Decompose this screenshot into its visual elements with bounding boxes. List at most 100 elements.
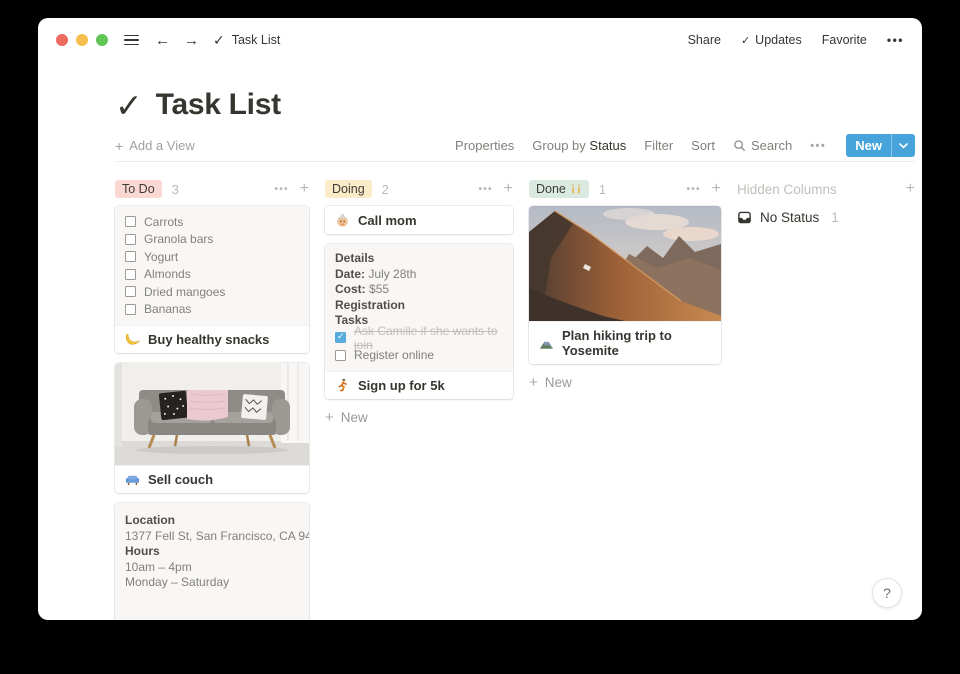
column-header-todo: To Do 3 ••• + [115, 178, 309, 200]
no-status-count: 1 [831, 210, 839, 225]
column-count: 1 [599, 182, 606, 197]
sidebar-menu-icon[interactable] [124, 35, 139, 46]
column-add-button[interactable]: + [906, 180, 915, 198]
couch-photo [115, 363, 309, 465]
column-count: 2 [382, 182, 389, 197]
new-button[interactable]: New [846, 134, 915, 157]
card-title[interactable]: Sell couch [115, 465, 309, 493]
help-button[interactable]: ? [872, 578, 902, 608]
add-card-button[interactable]: + New [529, 374, 721, 391]
view-controls-bar: + Add a View Properties Group by Status … [115, 130, 915, 162]
chevron-down-icon [899, 143, 908, 149]
view-more-button[interactable]: ••• [810, 140, 826, 152]
back-button[interactable]: ← [155, 32, 170, 49]
minimize-window-button[interactable] [76, 34, 88, 46]
toolbar: ← → ✓ Task List Share ✓ Updates Favorite… [38, 18, 922, 62]
search-button[interactable]: Search [733, 138, 792, 153]
column-more-button[interactable]: ••• [479, 184, 493, 195]
breadcrumb-title: Task List [232, 33, 281, 47]
todo-item[interactable]: Yogurt [125, 248, 299, 266]
checkbox-unchecked-icon[interactable] [125, 234, 136, 245]
checkbox-checked-icon[interactable] [335, 332, 346, 343]
column-more-button[interactable]: ••• [275, 184, 289, 195]
todo-item[interactable]: Granola bars [125, 231, 299, 249]
app-window: ← → ✓ Task List Share ✓ Updates Favorite… [38, 18, 922, 620]
status-badge-done[interactable]: Done [529, 180, 589, 198]
todo-item[interactable]: Carrots [125, 213, 299, 231]
breadcrumb[interactable]: ✓ Task List [213, 32, 280, 49]
traffic-lights [56, 34, 108, 46]
column-hidden: Hidden Columns + No Status 1 [737, 178, 915, 620]
new-dropdown-button[interactable] [891, 134, 915, 157]
group-by-value: Status [589, 138, 626, 153]
column-add-button[interactable]: + [712, 180, 721, 198]
status-badge-todo[interactable]: To Do [115, 180, 162, 198]
column-todo: To Do 3 ••• + Carrots Granola bars Yogur… [115, 178, 309, 620]
add-card-button[interactable]: + New [325, 409, 513, 426]
plus-icon: + [529, 374, 538, 391]
checkbox-unchecked-icon[interactable] [125, 216, 136, 227]
grandma-icon [335, 213, 350, 228]
favorite-button[interactable]: Favorite [822, 33, 867, 47]
column-done: Done 1 ••• + [529, 178, 721, 620]
checkbox-unchecked-icon[interactable] [125, 251, 136, 262]
properties-button[interactable]: Properties [455, 138, 514, 153]
column-header-done: Done 1 ••• + [529, 178, 721, 200]
mountain-icon [539, 336, 554, 351]
more-menu-button[interactable]: ••• [887, 33, 904, 47]
checkbox-unchecked-icon[interactable] [125, 269, 136, 280]
todo-item[interactable]: Bananas [125, 301, 299, 319]
forward-button[interactable]: → [184, 32, 199, 49]
card-title[interactable]: Plan hiking trip to Yosemite [529, 321, 721, 364]
add-view-button[interactable]: + Add a View [115, 138, 195, 154]
card-sign-up-5k[interactable]: Details Date: July 28th Cost: $55 Regist… [325, 244, 513, 399]
page-title-text[interactable]: Task List [156, 88, 281, 122]
runner-icon [335, 378, 350, 393]
page-content: ✓ Task List + Add a View Properties Grou… [38, 84, 922, 620]
column-more-button[interactable]: ••• [687, 184, 701, 195]
filter-button[interactable]: Filter [644, 138, 673, 153]
mountain-photo [529, 206, 721, 321]
page-title: ✓ Task List [115, 84, 915, 126]
card-sell-couch[interactable]: Sell couch [115, 363, 309, 493]
card-preview: Carrots Granola bars Yogurt Almonds Drie… [115, 206, 309, 325]
page-check-icon: ✓ [115, 86, 143, 125]
search-icon [733, 139, 746, 152]
todo-item[interactable]: Dried mangoes [125, 283, 299, 301]
kanban-board: To Do 3 ••• + Carrots Granola bars Yogur… [115, 162, 915, 620]
todo-item[interactable]: Almonds [125, 266, 299, 284]
todo-item-done[interactable]: Ask Camille if she wants to join [335, 329, 503, 347]
zoom-window-button[interactable] [96, 34, 108, 46]
banana-icon [125, 332, 140, 347]
column-add-button[interactable]: + [300, 180, 309, 198]
sort-button[interactable]: Sort [691, 138, 715, 153]
card-hiking-trip[interactable]: Plan hiking trip to Yosemite [529, 206, 721, 364]
checkbox-unchecked-icon[interactable] [125, 304, 136, 315]
check-icon: ✓ [741, 34, 750, 47]
column-add-button[interactable]: + [504, 180, 513, 198]
updates-button[interactable]: ✓ Updates [741, 33, 802, 47]
close-window-button[interactable] [56, 34, 68, 46]
share-button[interactable]: Share [688, 33, 721, 47]
card-buy-healthy-snacks[interactable]: Carrots Granola bars Yogurt Almonds Drie… [115, 206, 309, 353]
plus-icon: + [115, 138, 123, 154]
checkbox-unchecked-icon[interactable] [125, 286, 136, 297]
group-by-button[interactable]: Group by Status [532, 138, 626, 153]
card-preview: Location 1377 Fell St, San Francisco, CA… [115, 503, 309, 620]
couch-icon [125, 472, 140, 487]
column-header-doing: Doing 2 ••• + [325, 178, 513, 200]
card-title[interactable]: Buy healthy snacks [115, 325, 309, 353]
card-preview: Details Date: July 28th Cost: $55 Regist… [325, 244, 513, 371]
plus-icon: + [325, 409, 334, 426]
no-status-group[interactable]: No Status 1 [737, 210, 915, 225]
check-icon: ✓ [213, 32, 225, 49]
status-badge-doing[interactable]: Doing [325, 180, 372, 198]
card-title[interactable]: Sign up for 5k [325, 371, 513, 399]
checkbox-unchecked-icon[interactable] [335, 350, 346, 361]
card-title[interactable]: Call mom [325, 206, 513, 234]
status-box-icon [737, 210, 752, 225]
column-count: 3 [172, 182, 179, 197]
card-renew-license[interactable]: Location 1377 Fell St, San Francisco, CA… [115, 503, 309, 620]
card-call-mom[interactable]: Call mom [325, 206, 513, 234]
raising-hands-icon [570, 183, 582, 195]
